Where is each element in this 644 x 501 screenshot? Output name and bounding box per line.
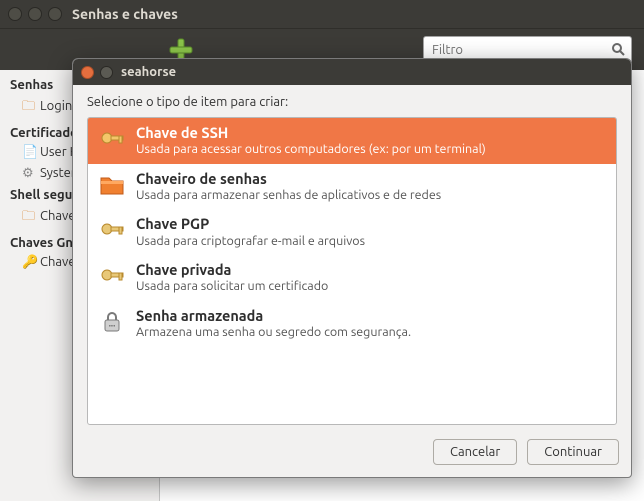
- window-title: Senhas e chaves: [72, 6, 178, 22]
- key-icon: [98, 124, 126, 152]
- option-title: Chaveiro de senhas: [136, 170, 441, 187]
- option-desc: Usada para acessar outros computadores (…: [136, 141, 486, 157]
- options-list: Chave de SSH Usada para acessar outros c…: [87, 117, 617, 425]
- lock-icon: •••: [98, 307, 126, 335]
- close-icon[interactable]: [8, 7, 22, 21]
- dialog-prompt: Selecione o tipo de item para criar:: [87, 95, 617, 109]
- minimize-icon[interactable]: [100, 66, 113, 79]
- dialog-body: Selecione o tipo de item para criar: Cha…: [73, 85, 631, 431]
- main-titlebar: Senhas e chaves: [0, 0, 644, 28]
- dialog-title: seahorse: [121, 65, 176, 79]
- option-title: Chave privada: [136, 261, 328, 278]
- continue-button[interactable]: Continuar: [527, 439, 619, 465]
- folder-icon: [98, 170, 126, 198]
- option-title: Chave de SSH: [136, 124, 486, 141]
- option-stored-pass[interactable]: ••• Senha armazenada Armazena uma senha …: [88, 301, 616, 347]
- option-ssh-key[interactable]: Chave de SSH Usada para acessar outros c…: [88, 118, 616, 164]
- svg-text:•••: •••: [109, 323, 115, 330]
- close-icon[interactable]: [81, 66, 94, 79]
- folder-icon: 🗀: [22, 207, 36, 229]
- certificate-icon: 📄: [22, 145, 36, 160]
- window-controls: [8, 7, 62, 21]
- option-desc: Usada para solicitar um certificado: [136, 278, 328, 294]
- option-keyring[interactable]: Chaveiro de senhas Usada para armazenar …: [88, 164, 616, 210]
- option-pgp-key[interactable]: Chave PGP Usada para criptografar e-mail…: [88, 209, 616, 255]
- option-private-key[interactable]: Chave privada Usada para solicitar um ce…: [88, 255, 616, 301]
- maximize-icon[interactable]: [48, 7, 62, 21]
- key-icon: 🔑: [22, 255, 36, 270]
- option-title: Chave PGP: [136, 215, 365, 232]
- key-icon: [98, 215, 126, 243]
- option-desc: Armazena uma senha ou segredo com segura…: [136, 324, 411, 340]
- key-icon: [98, 261, 126, 289]
- dialog-buttons: Cancelar Continuar: [73, 431, 631, 477]
- option-desc: Usada para armazenar senhas de aplicativ…: [136, 187, 441, 203]
- option-title: Senha armazenada: [136, 307, 411, 324]
- folder-icon: 🗀: [22, 97, 36, 119]
- cancel-button[interactable]: Cancelar: [433, 439, 517, 465]
- create-item-dialog: seahorse Selecione o tipo de item para c…: [72, 58, 632, 478]
- gear-icon: ⚙: [22, 166, 36, 181]
- dialog-titlebar: seahorse: [73, 59, 631, 85]
- minimize-icon[interactable]: [28, 7, 42, 21]
- option-desc: Usada para criptografar e-mail e arquivo…: [136, 233, 365, 249]
